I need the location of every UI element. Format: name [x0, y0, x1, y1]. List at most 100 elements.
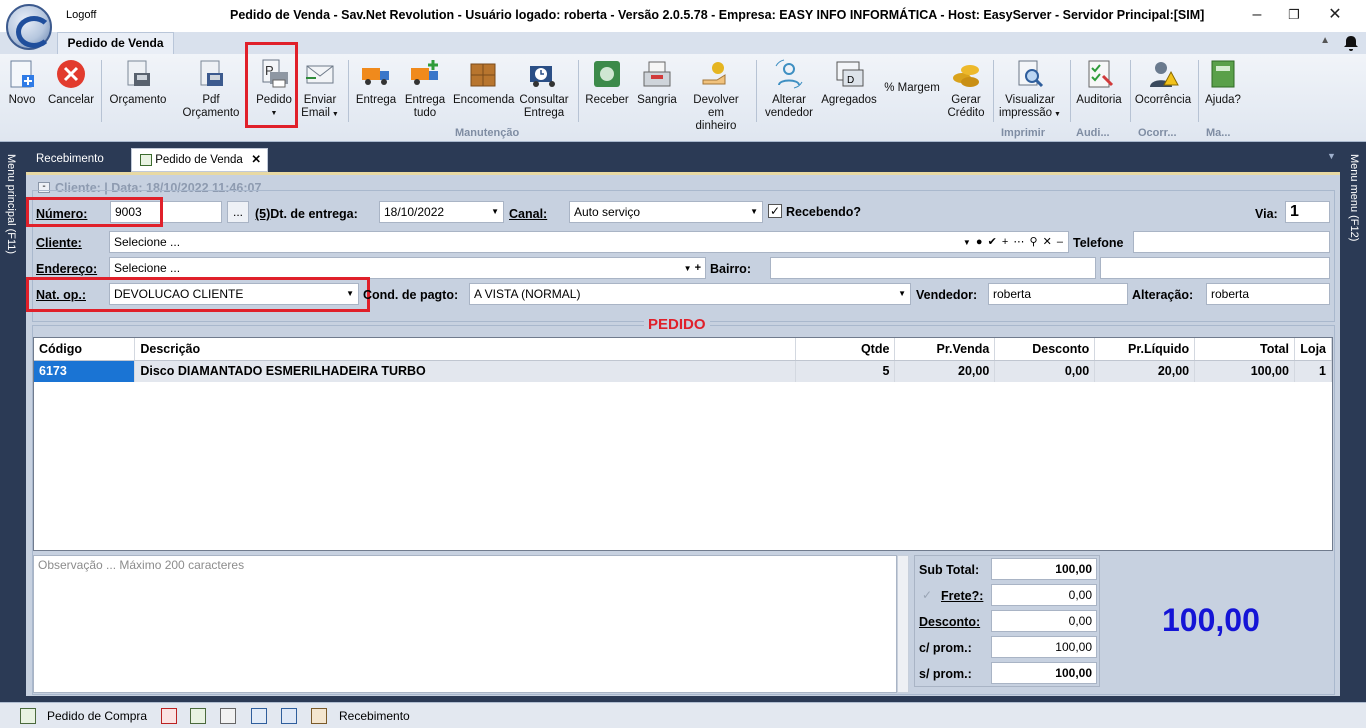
restore-icon[interactable]: ❐ — [1279, 4, 1309, 26]
logoff-link[interactable]: Logoff — [66, 9, 96, 21]
encomenda-button[interactable]: Encomenda — [453, 58, 514, 107]
col-prliquido[interactable]: Pr.Líquido — [1094, 338, 1196, 361]
ribbon-collapse-icon[interactable]: ▲ — [1320, 35, 1330, 46]
gerar-credito-button[interactable]: Gerar Crédito — [944, 58, 988, 120]
entrega-button[interactable]: Entrega — [355, 58, 397, 107]
alteracao-input[interactable]: roberta — [1206, 283, 1330, 305]
recebimento-icon[interactable] — [311, 708, 327, 724]
auditoria-button[interactable]: Auditoria — [1074, 58, 1124, 107]
visualizar-impressao-button[interactable]: Visualizar impressão ▼ — [998, 58, 1062, 121]
close-icon[interactable]: ✕ — [1320, 4, 1350, 26]
pedido-compra-link[interactable]: Pedido de Compra — [47, 709, 147, 723]
confirm-icon[interactable]: ✔ — [988, 236, 998, 248]
cell-descricao[interactable]: Disco DIAMANTADO ESMERILHADEIRA TURBO — [134, 360, 796, 382]
col-desconto[interactable]: Desconto — [994, 338, 1096, 361]
col-prvenda[interactable]: Pr.Venda — [894, 338, 996, 361]
canal-select[interactable]: Auto serviço ▼ — [569, 201, 763, 223]
side-menu-left[interactable]: Menu principal (F11) — [0, 142, 22, 702]
side-menu-left-label: Menu principal (F11) — [5, 154, 17, 255]
doc-tab-recebimento[interactable]: Recebimento — [36, 148, 104, 172]
entrega-tudo-button[interactable]: Entrega tudo — [404, 58, 446, 120]
via-input[interactable]: 1 — [1285, 201, 1330, 223]
cancelar-button[interactable]: Cancelar — [48, 58, 94, 107]
cell-total[interactable]: 100,00 — [1194, 360, 1295, 382]
numero-search-button[interactable]: ... — [227, 201, 249, 223]
cell-prvenda[interactable]: 20,00 — [894, 360, 996, 382]
items-grid: Código Descrição Qtde Pr.Venda Desconto … — [33, 337, 1333, 551]
cell-desconto[interactable]: 0,00 — [994, 360, 1096, 382]
report-red-icon[interactable] — [161, 708, 177, 724]
cliente-dropdown-icon[interactable]: ▼ — [963, 238, 972, 247]
cell-qtde[interactable]: 5 — [795, 360, 896, 382]
canal-dropdown-icon[interactable]: ▼ — [750, 202, 758, 222]
vendedor-input[interactable]: roberta — [988, 283, 1128, 305]
pedido-compra-icon[interactable] — [20, 708, 36, 724]
report-green-icon[interactable] — [190, 708, 206, 724]
close-tab-icon[interactable]: ✕ — [251, 149, 261, 171]
highlight-numero — [26, 197, 163, 227]
col-descricao[interactable]: Descrição — [134, 338, 796, 361]
table-row[interactable]: 6173 Disco DIAMANTADO ESMERILHADEIRA TUR… — [34, 360, 1333, 382]
endereco-add-icon[interactable]: + — [695, 262, 701, 274]
ribbon-tab-pedido-venda[interactable]: Pedido de Venda — [57, 32, 174, 54]
frete-input[interactable]: 0,00 — [991, 584, 1097, 606]
new-document-icon — [6, 58, 38, 90]
bell-icon[interactable] — [1342, 34, 1360, 52]
cell-loja[interactable]: 1 — [1294, 360, 1333, 382]
ajuda-button[interactable]: Ajuda? — [1203, 58, 1243, 107]
search-icon[interactable]: ⚲ — [1029, 236, 1038, 248]
cond-pagto-dropdown-icon[interactable]: ▼ — [898, 284, 906, 304]
entrega-label: Entrega — [355, 94, 397, 106]
col-total[interactable]: Total — [1194, 338, 1295, 361]
location-icon[interactable]: ● — [976, 236, 984, 248]
novo-button[interactable]: Novo — [4, 58, 40, 107]
recebendo-checkbox[interactable]: ✓ — [768, 204, 782, 218]
app-logo-icon[interactable] — [6, 4, 52, 50]
sangria-button[interactable]: Sangria — [635, 58, 679, 107]
ocorrencia-button[interactable]: Ocorrência — [1134, 58, 1192, 107]
status-bar: Pedido de Compra Recebimento — [0, 702, 1366, 728]
cond-pagto-select[interactable]: A VISTA (NORMAL) ▼ — [469, 283, 911, 305]
tab-list-dropdown-icon[interactable]: ▼ — [1327, 151, 1336, 161]
cliente-select[interactable]: Selecione ... ▼ ● ✔ + ⋯ ⚲ ✕ – — [109, 231, 1069, 253]
endereco-dropdown-icon[interactable]: ▼ — [684, 264, 692, 273]
add-icon[interactable]: + — [1002, 236, 1009, 248]
alterar-vendedor-button[interactable]: Alterar vendedor — [762, 58, 816, 120]
pdf-orcamento-button[interactable]: Pdf Orçamento — [174, 58, 248, 120]
orcamento-button[interactable]: Orçamento — [108, 58, 168, 107]
agregados-button[interactable]: D Agregados — [820, 58, 878, 107]
cidade-input[interactable] — [1100, 257, 1330, 279]
side-menu-right[interactable]: Menu menu (F12) — [1344, 142, 1366, 702]
cell-prliquido[interactable]: 20,00 — [1094, 360, 1196, 382]
report-add-icon[interactable] — [281, 708, 297, 724]
enviar-email-button[interactable]: Enviar Email ▼ — [300, 58, 340, 121]
col-qtde[interactable]: Qtde — [795, 338, 896, 361]
clear-icon[interactable]: ✕ — [1043, 236, 1053, 248]
devolver-dinheiro-button[interactable]: Devolver em dinheiro — [684, 58, 748, 133]
doc-tab-pedido-venda[interactable]: Pedido de Venda ✕ — [131, 148, 268, 172]
cliente-label-text: Cliente: — [36, 236, 82, 250]
observacao-scrollbar[interactable] — [897, 555, 909, 693]
col-loja[interactable]: Loja — [1294, 338, 1333, 361]
observacao-textarea[interactable]: Observação ... Máximo 200 caracteres — [33, 555, 897, 693]
bairro-input[interactable] — [770, 257, 1096, 279]
report-blue-icon[interactable] — [251, 708, 267, 724]
frete-checkbox[interactable]: ✓ — [922, 588, 932, 602]
receber-button[interactable]: Receber — [585, 58, 629, 107]
recebimento-link[interactable]: Recebimento — [339, 709, 410, 723]
endereco-select[interactable]: Selecione ... ▼ + — [109, 257, 706, 279]
consultar-entrega-button[interactable]: Consultar Entrega — [518, 58, 570, 120]
desconto-input[interactable]: 0,00 — [991, 610, 1097, 632]
telefone-input[interactable] — [1133, 231, 1330, 253]
margem-button[interactable]: % Margem — [882, 82, 942, 95]
cell-codigo[interactable]: 6173 — [34, 360, 136, 382]
col-codigo[interactable]: Código — [34, 338, 136, 361]
minus-icon[interactable]: – — [1057, 236, 1064, 248]
dt-entrega-dropdown-icon[interactable]: ▼ — [491, 202, 499, 222]
dt-entrega-input[interactable]: 18/10/2022 ▼ — [379, 201, 504, 223]
minimize-icon[interactable]: – — [1242, 4, 1272, 26]
vendedor-label: Vendedor: — [916, 288, 978, 302]
more-icon[interactable]: ⋯ — [1013, 236, 1025, 248]
report-doc-icon[interactable] — [220, 708, 236, 724]
orcamento-label: Orçamento — [109, 94, 167, 106]
